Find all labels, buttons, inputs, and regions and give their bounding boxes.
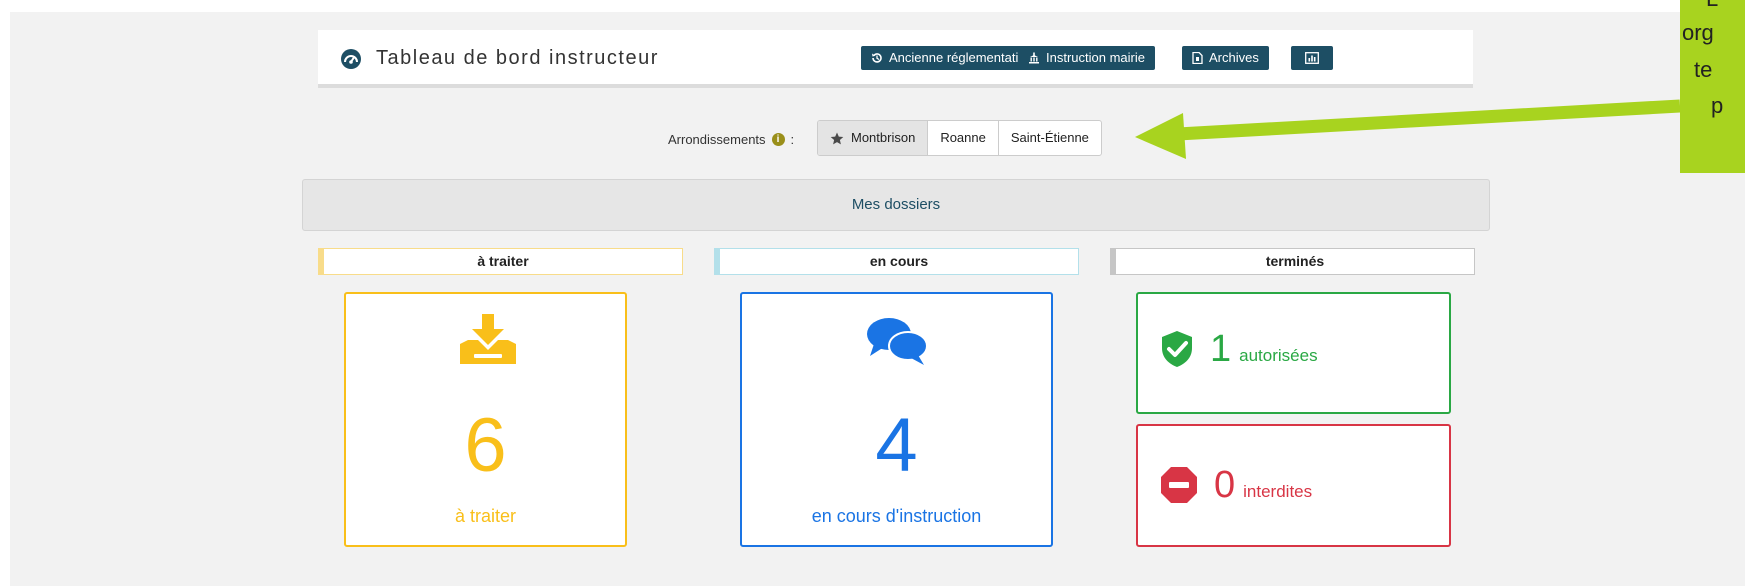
annotation-arrow-shaft: [1177, 99, 1681, 141]
annotation-arrow-head: [1135, 113, 1186, 159]
annotation-arrow: [1135, 99, 1681, 159]
